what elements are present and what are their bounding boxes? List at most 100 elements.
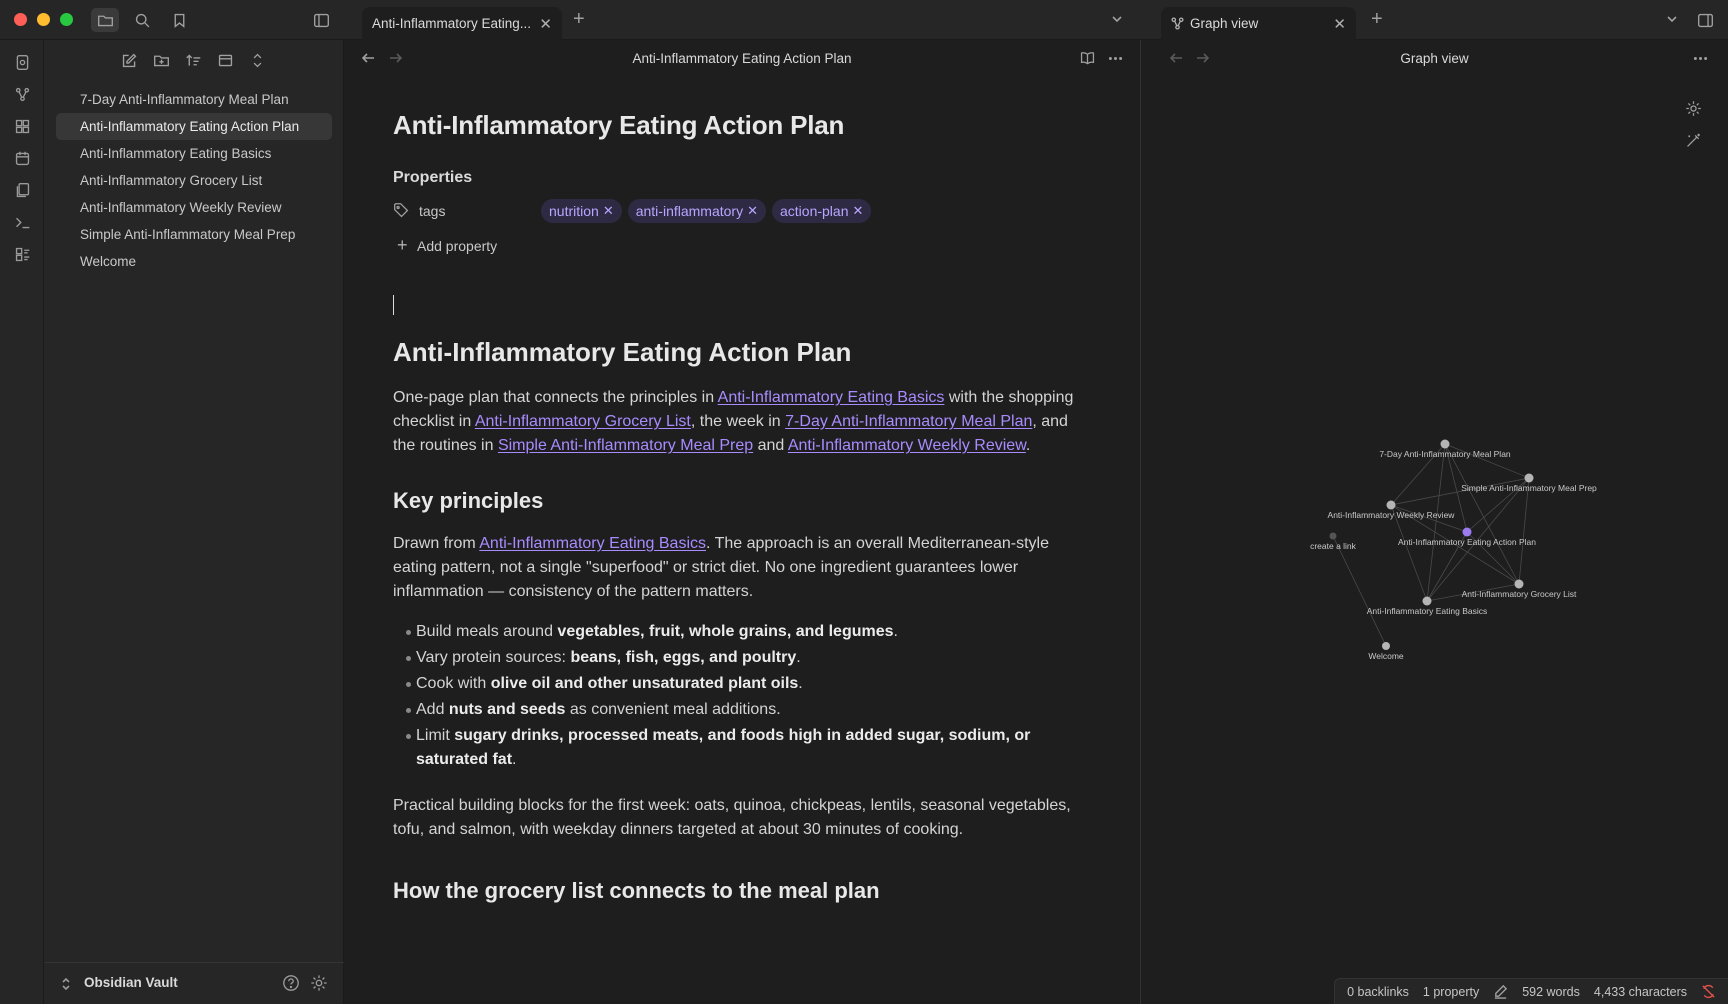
remove-tag-icon[interactable]: ✕ [747, 203, 758, 219]
animate-wand-icon[interactable] [1685, 132, 1705, 152]
graph-view-icon[interactable] [11, 83, 33, 105]
new-note-icon[interactable] [117, 48, 141, 72]
new-folder-icon[interactable] [149, 48, 173, 72]
close-window-button[interactable] [14, 13, 27, 26]
tab-graph-view[interactable]: Graph view ✕ [1161, 7, 1356, 40]
file-item[interactable]: Welcome [56, 248, 332, 275]
sort-icon[interactable] [181, 48, 205, 72]
editor-pane: Anti-Inflammatory Eating Action Plan Ant… [344, 40, 1141, 1004]
graph-node-label: Welcome [1368, 651, 1404, 661]
more-options-icon[interactable] [1107, 50, 1125, 68]
heading-key-principles[interactable]: Key principles [393, 488, 1093, 514]
zoom-window-button[interactable] [60, 13, 73, 26]
file-item[interactable]: 7-Day Anti-Inflammatory Meal Plan [56, 86, 332, 113]
graph-node [1524, 473, 1534, 483]
file-item[interactable]: Anti-Inflammatory Eating Basics [56, 140, 332, 167]
internal-link[interactable]: Anti-Inflammatory Eating Basics [479, 535, 706, 552]
graph-node-label: 7-Day Anti-Inflammatory Meal Plan [1379, 449, 1511, 459]
files-explorer-icon[interactable] [91, 8, 119, 32]
minimize-window-button[interactable] [37, 13, 50, 26]
tab-list-chevron-icon[interactable] [1665, 12, 1679, 26]
text: Build meals around [416, 623, 558, 640]
vault-name: Obsidian Vault [84, 975, 178, 990]
text: . [798, 675, 803, 692]
graph-node-unresolved [1329, 532, 1337, 540]
text: Limit [416, 727, 455, 744]
close-tab-icon[interactable]: ✕ [539, 15, 552, 33]
properties-heading: Properties [393, 169, 473, 186]
internal-link[interactable]: 7-Day Anti-Inflammatory Meal Plan [785, 413, 1032, 430]
reading-view-icon[interactable] [1079, 50, 1097, 68]
list-item[interactable]: Add nuts and seeds as convenient meal ad… [393, 698, 1093, 722]
note-document[interactable]: Anti-Inflammatory Eating Action Plan Pro… [393, 110, 1093, 904]
right-sidebar-toggle-icon[interactable] [1691, 8, 1719, 32]
plus-icon: + [397, 235, 408, 255]
file-item-active[interactable]: Anti-Inflammatory Eating Action Plan [56, 113, 332, 140]
settings-gear-icon[interactable] [310, 974, 330, 994]
tab-action-plan[interactable]: Anti-Inflammatory Eating... ✕ [362, 7, 562, 40]
add-property-label: Add property [417, 238, 498, 254]
quick-switcher-icon[interactable] [11, 51, 33, 73]
properties-count[interactable]: 1 property [1423, 985, 1479, 999]
ribbon [0, 40, 44, 1004]
intro-paragraph[interactable]: One-page plan that connects the principl… [393, 386, 1093, 458]
note-title[interactable]: Anti-Inflammatory Eating Action Plan [393, 110, 1093, 141]
tab-list-chevron-icon[interactable] [1110, 12, 1124, 26]
sync-status-icon[interactable] [1701, 984, 1716, 999]
collapse-all-icon[interactable] [245, 48, 269, 72]
auto-reveal-icon[interactable] [213, 48, 237, 72]
internal-link[interactable]: Anti-Inflammatory Weekly Review [788, 437, 1026, 454]
editor-pane-title: Anti-Inflammatory Eating Action Plan [632, 51, 852, 66]
backlinks-count[interactable]: 0 backlinks [1347, 985, 1409, 999]
internal-link[interactable]: Simple Anti-Inflammatory Meal Prep [498, 437, 753, 454]
graph-controls [1685, 100, 1705, 164]
remove-tag-icon[interactable]: ✕ [853, 203, 864, 219]
tag-label: anti-inflammatory [635, 203, 744, 219]
remove-tag-icon[interactable]: ✕ [603, 203, 614, 219]
text: One-page plan that connects the principl… [393, 389, 718, 406]
text: Drawn from [393, 535, 480, 552]
character-count: 4,433 characters [1593, 984, 1687, 999]
graph-canvas[interactable]: 7-Day Anti-Inflammatory Meal Plan Simple… [1141, 40, 1728, 1004]
building-blocks-paragraph[interactable]: Practical building blocks for the first … [393, 794, 1093, 842]
bookmark-icon[interactable] [165, 8, 193, 32]
list-item[interactable]: Build meals around vegetables, fruit, wh… [393, 620, 1093, 644]
vault-chevron-icon [60, 976, 72, 992]
vault-switcher[interactable]: Obsidian Vault [44, 962, 344, 1004]
command-palette-icon[interactable] [11, 211, 33, 233]
property-key[interactable]: tags [419, 203, 445, 219]
internal-link[interactable]: Anti-Inflammatory Grocery List [475, 413, 691, 430]
add-property-button[interactable]: + Add property [393, 231, 1093, 261]
heading-grocery-connection[interactable]: How the grocery list connects to the mea… [393, 878, 1093, 904]
graph-settings-gear-icon[interactable] [1685, 100, 1705, 120]
graph-node [1382, 642, 1390, 650]
file-item[interactable]: Anti-Inflammatory Grocery List [56, 167, 332, 194]
bases-icon[interactable] [11, 243, 33, 265]
internal-link[interactable]: Anti-Inflammatory Eating Basics [718, 389, 945, 406]
list-item[interactable]: Limit sugary drinks, processed meats, an… [393, 724, 1093, 772]
sidebar-toggle-icon[interactable] [307, 8, 335, 32]
file-item[interactable]: Anti-Inflammatory Weekly Review [56, 194, 332, 221]
search-icon[interactable] [128, 8, 156, 32]
new-tab-button[interactable]: + [573, 8, 585, 31]
list-item[interactable]: Cook with olive oil and other unsaturate… [393, 672, 1093, 696]
new-tab-button[interactable]: + [1371, 8, 1383, 31]
list-item[interactable]: Vary protein sources: beans, fish, eggs,… [393, 646, 1093, 670]
graph-view-pane: Graph view 7-Day Anti-Inflammatory Meal … [1141, 40, 1728, 1004]
text: . [512, 751, 517, 768]
canvas-icon[interactable] [11, 115, 33, 137]
heading-1[interactable]: Anti-Inflammatory Eating Action Plan [393, 337, 1093, 368]
calendar-icon[interactable] [11, 147, 33, 169]
templates-icon[interactable] [11, 179, 33, 201]
tag-pill[interactable]: nutrition ✕ [541, 199, 622, 223]
graph-node [1422, 596, 1432, 606]
tag-pill[interactable]: anti-inflammatory ✕ [627, 199, 766, 223]
file-explorer-toolbar [44, 48, 344, 74]
file-item[interactable]: Simple Anti-Inflammatory Meal Prep [56, 221, 332, 248]
bold-text: nuts and seeds [448, 701, 566, 718]
edit-mode-icon[interactable] [1493, 984, 1508, 999]
tag-pill[interactable]: action-plan ✕ [772, 199, 872, 223]
close-tab-icon[interactable]: ✕ [1333, 15, 1346, 33]
help-icon[interactable] [282, 974, 302, 994]
drawn-paragraph[interactable]: Drawn from Anti-Inflammatory Eating Basi… [393, 532, 1093, 604]
